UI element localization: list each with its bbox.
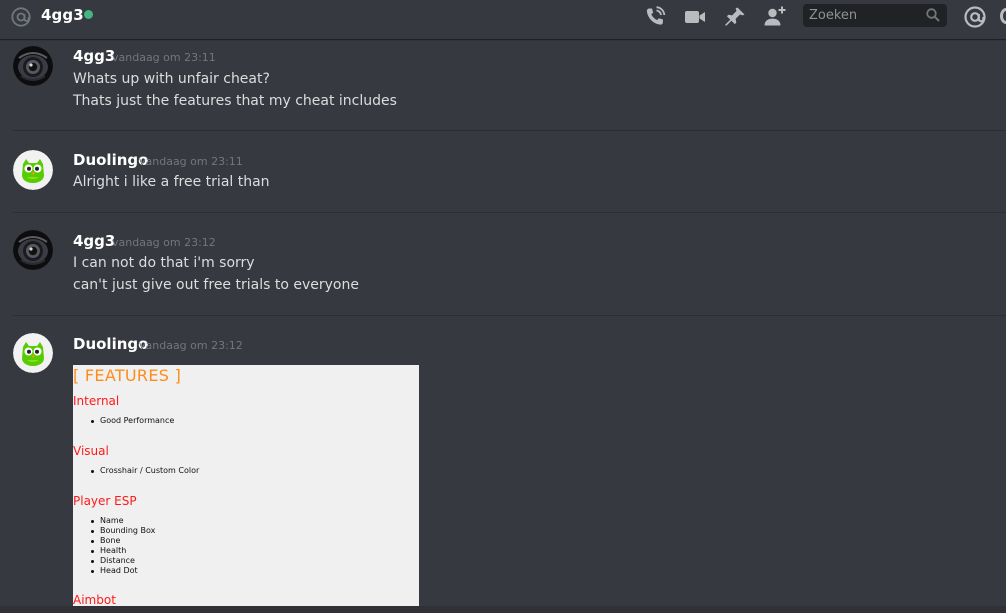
add-friend-icon[interactable] xyxy=(763,5,787,29)
user-avatar[interactable] xyxy=(13,230,53,270)
mentions-icon[interactable] xyxy=(963,5,987,29)
user-avatar[interactable] xyxy=(13,333,53,373)
user-avatar[interactable] xyxy=(13,150,53,190)
pin-icon[interactable] xyxy=(723,5,747,29)
feature-item: Bounding Box xyxy=(90,526,156,535)
message-text: Thats just the features that my cheat in… xyxy=(73,93,397,109)
search-icon xyxy=(926,8,940,22)
message-divider xyxy=(13,212,1006,213)
message-timestamp: vandaag om 23:12 xyxy=(112,236,216,249)
message-author[interactable]: 4gg3 xyxy=(73,232,115,250)
online-status-badge xyxy=(84,10,93,19)
message-timestamp: vandaag om 23:12 xyxy=(139,339,243,352)
eye-camera-avatar xyxy=(13,46,53,86)
help-icon[interactable] xyxy=(1000,8,1006,24)
phone-call-icon[interactable] xyxy=(643,5,667,29)
feature-item: Good Performance xyxy=(90,416,175,425)
message-timestamp: vandaag om 23:11 xyxy=(139,155,243,168)
composer-edge xyxy=(0,606,1006,613)
message-author[interactable]: 4gg3 xyxy=(73,47,115,65)
feature-list: Name Bounding Box Bone Health Distance H… xyxy=(90,516,156,576)
eye-camera-avatar xyxy=(13,230,53,270)
feature-heading: Player ESP xyxy=(73,494,137,508)
message-text: Alright i like a free trial than xyxy=(73,174,270,190)
feature-list: Crosshair / Custom Color xyxy=(90,466,200,476)
green-owl-avatar xyxy=(13,150,53,190)
video-camera-icon[interactable] xyxy=(683,5,707,29)
feature-item: Distance xyxy=(90,556,155,566)
message-author[interactable]: Duolingo xyxy=(73,151,148,169)
feature-heading: Aimbot xyxy=(73,593,116,607)
message-divider xyxy=(13,130,1006,131)
feature-heading: Internal xyxy=(73,394,120,408)
feature-item: Name xyxy=(90,516,155,526)
feature-item: Crosshair / Custom Color xyxy=(90,466,200,475)
channel-header: 4gg3 xyxy=(0,0,1006,39)
features-title: [ FEATURES ] xyxy=(73,366,182,385)
feature-heading: Visual xyxy=(73,444,109,458)
green-owl-avatar xyxy=(13,333,53,373)
message-divider xyxy=(13,315,1006,316)
feature-item: Health xyxy=(90,546,155,556)
at-sign-icon xyxy=(11,7,31,27)
feature-item: Bone xyxy=(90,536,155,546)
feature-item: Head Dot xyxy=(90,566,155,576)
image-attachment[interactable]: [ FEATURES ] Internal Good Performance V… xyxy=(73,365,419,607)
message-timestamp: vandaag om 23:11 xyxy=(112,51,216,64)
channel-title: 4gg3 xyxy=(41,6,84,24)
message-author[interactable]: Duolingo xyxy=(73,335,148,353)
user-avatar[interactable] xyxy=(13,46,53,86)
message-text: I can not do that i'm sorry xyxy=(73,255,255,271)
message-text: Whats up with unfair cheat? xyxy=(73,71,270,87)
message-text: can't just give out free trials to every… xyxy=(73,277,359,293)
feature-list: Good Performance xyxy=(90,416,175,426)
